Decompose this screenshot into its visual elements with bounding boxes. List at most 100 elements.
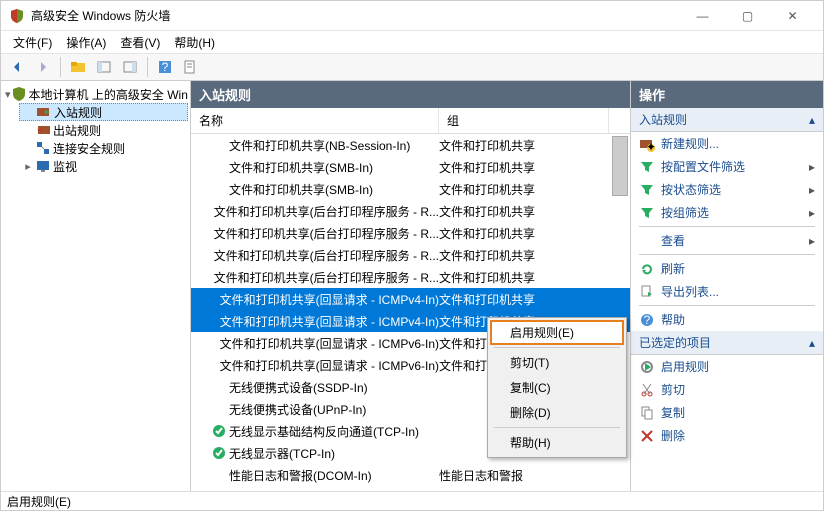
ctx-help[interactable]: 帮助(H) bbox=[490, 430, 624, 455]
tree-monitor[interactable]: ▸监视 bbox=[19, 157, 188, 175]
rule-disabled-icon bbox=[211, 467, 227, 483]
ctx-cut[interactable]: 剪切(T) bbox=[490, 350, 624, 375]
actions-header: 操作 bbox=[631, 81, 823, 108]
rule-disabled-icon bbox=[211, 335, 218, 351]
rule-enabled-icon bbox=[211, 423, 227, 439]
action-cut[interactable]: 剪切 bbox=[631, 378, 823, 401]
action-filter-state[interactable]: 按状态筛选▸ bbox=[631, 178, 823, 201]
window-title: 高级安全 Windows 防火墙 bbox=[31, 7, 680, 24]
rule-name: 文件和打印机共享(回显请求 - ICMPv4-In) bbox=[220, 313, 439, 330]
ctx-copy[interactable]: 复制(C) bbox=[490, 375, 624, 400]
menu-file[interactable]: 文件(F) bbox=[7, 32, 58, 53]
rule-disabled-icon bbox=[211, 313, 218, 329]
rule-group: 文件和打印机共享 bbox=[439, 291, 609, 308]
rule-name: 无线便携式设备(UPnP-In) bbox=[229, 401, 366, 418]
collapse-icon: ▴ bbox=[809, 113, 815, 127]
collapse-icon: ▴ bbox=[809, 336, 815, 350]
menu-action[interactable]: 操作(A) bbox=[60, 32, 112, 53]
chevron-right-icon: ▸ bbox=[809, 160, 815, 174]
rule-name: 无线显示器(TCP-In) bbox=[229, 445, 335, 462]
rule-name: 文件和打印机共享(回显请求 - ICMPv6-In) bbox=[220, 335, 439, 352]
rule-group: 文件和打印机共享 bbox=[439, 159, 609, 176]
rule-group: 性能日志和警报 bbox=[439, 467, 609, 484]
rule-row[interactable]: 文件和打印机共享(后台打印程序服务 - R...文件和打印机共享 bbox=[191, 222, 630, 244]
col-name[interactable]: 名称 bbox=[191, 108, 439, 133]
action-enable[interactable]: 启用规则 bbox=[631, 355, 823, 378]
title-bar: 高级安全 Windows 防火墙 — ▢ ✕ bbox=[1, 1, 823, 31]
back-button[interactable] bbox=[5, 55, 29, 79]
panel2-button[interactable] bbox=[118, 55, 142, 79]
rule-group: 文件和打印机共享 bbox=[439, 137, 609, 154]
rule-name: 无线便携式设备(SSDP-In) bbox=[229, 379, 368, 396]
action-refresh[interactable]: 刷新 bbox=[631, 257, 823, 280]
rules-header: 入站规则 bbox=[191, 81, 630, 108]
rule-disabled-icon bbox=[211, 225, 212, 241]
ctx-delete[interactable]: 删除(D) bbox=[490, 400, 624, 425]
chevron-right-icon: ▸ bbox=[809, 206, 815, 220]
rule-name: 文件和打印机共享(回显请求 - ICMPv6-In) bbox=[220, 357, 439, 374]
cut-icon bbox=[639, 382, 655, 398]
copy-icon bbox=[639, 405, 655, 421]
rule-group: 文件和打印机共享 bbox=[439, 225, 609, 242]
rule-group: 文件和打印机共享 bbox=[439, 181, 609, 198]
app-icon bbox=[9, 8, 25, 24]
rule-row[interactable]: 文件和打印机共享(后台打印程序服务 - R...文件和打印机共享 bbox=[191, 200, 630, 222]
rule-name: 文件和打印机共享(SMB-In) bbox=[229, 181, 373, 198]
tree-outbound[interactable]: 出站规则 bbox=[19, 121, 188, 139]
rule-row[interactable]: 文件和打印机共享(NB-Session-In) 文件和打印机共享 bbox=[191, 134, 630, 156]
col-group[interactable]: 组 bbox=[439, 108, 609, 133]
rule-disabled-icon bbox=[211, 401, 227, 417]
export-icon bbox=[639, 284, 655, 300]
action-view[interactable]: 查看▸ bbox=[631, 229, 823, 252]
rule-name: 文件和打印机共享(后台打印程序服务 - R... bbox=[214, 203, 439, 220]
refresh-icon bbox=[639, 261, 655, 277]
help-button[interactable]: ? bbox=[153, 55, 177, 79]
svg-text:✦: ✦ bbox=[646, 140, 655, 152]
maximize-button[interactable]: ▢ bbox=[725, 1, 770, 30]
new-rule-icon: ✦ bbox=[639, 136, 655, 152]
action-filter-group[interactable]: 按组筛选▸ bbox=[631, 201, 823, 224]
rule-name: 性能日志和警报(DCOM-In) bbox=[229, 467, 372, 484]
action-copy[interactable]: 复制 bbox=[631, 401, 823, 424]
rule-group: 文件和打印机共享 bbox=[439, 203, 609, 220]
rule-row[interactable]: 文件和打印机共享(SMB-In) 文件和打印机共享 bbox=[191, 178, 630, 200]
rule-row[interactable]: 文件和打印机共享(后台打印程序服务 - R...文件和打印机共享 bbox=[191, 266, 630, 288]
scrollbar-thumb[interactable] bbox=[612, 136, 628, 196]
action-delete[interactable]: 删除 bbox=[631, 424, 823, 447]
toolbar: ? bbox=[1, 53, 823, 81]
action-new-rule[interactable]: ✦新建规则... bbox=[631, 132, 823, 155]
tree-panel: ▾本地计算机 上的高级安全 Win 入站规则 出站规则 连接安全规则 ▸监视 bbox=[1, 81, 191, 491]
menu-view[interactable]: 查看(V) bbox=[114, 32, 166, 53]
menu-bar: 文件(F) 操作(A) 查看(V) 帮助(H) bbox=[1, 31, 823, 53]
window-buttons: — ▢ ✕ bbox=[680, 1, 815, 30]
filter-icon bbox=[639, 182, 655, 198]
close-button[interactable]: ✕ bbox=[770, 1, 815, 30]
action-help[interactable]: ?帮助 bbox=[631, 308, 823, 331]
minimize-button[interactable]: — bbox=[680, 1, 725, 30]
properties-button[interactable] bbox=[179, 55, 203, 79]
svg-text:?: ? bbox=[644, 313, 651, 327]
filter-icon bbox=[639, 205, 655, 221]
rule-row[interactable]: 文件和打印机共享(回显请求 - ICMPv4-In)文件和打印机共享 bbox=[191, 288, 630, 310]
rule-enabled-icon bbox=[211, 445, 227, 461]
forward-button[interactable] bbox=[31, 55, 55, 79]
rule-disabled-icon bbox=[211, 137, 227, 153]
tree-root[interactable]: ▾本地计算机 上的高级安全 Win bbox=[3, 85, 188, 103]
rule-name: 文件和打印机共享(NB-Session-In) bbox=[229, 137, 410, 154]
menu-help[interactable]: 帮助(H) bbox=[168, 32, 221, 53]
panel1-button[interactable] bbox=[92, 55, 116, 79]
rule-group: 文件和打印机共享 bbox=[439, 247, 609, 264]
rule-disabled-icon bbox=[211, 291, 218, 307]
rule-row[interactable]: 文件和打印机共享(SMB-In)文件和打印机共享 bbox=[191, 156, 630, 178]
actions-section-selected[interactable]: 已选定的项目▴ bbox=[631, 331, 823, 355]
actions-section-inbound[interactable]: 入站规则▴ bbox=[631, 108, 823, 132]
rule-disabled-icon bbox=[211, 379, 227, 395]
rule-row[interactable]: 性能日志和警报(DCOM-In) 性能日志和警报 bbox=[191, 464, 630, 486]
folder-button[interactable] bbox=[66, 55, 90, 79]
rule-row[interactable]: 文件和打印机共享(后台打印程序服务 - R...文件和打印机共享 bbox=[191, 244, 630, 266]
tree-connsec[interactable]: 连接安全规则 bbox=[19, 139, 188, 157]
tree-inbound[interactable]: 入站规则 bbox=[19, 103, 188, 121]
action-export[interactable]: 导出列表... bbox=[631, 280, 823, 303]
action-filter-profile[interactable]: 按配置文件筛选▸ bbox=[631, 155, 823, 178]
ctx-enable[interactable]: 启用规则(E) bbox=[490, 320, 624, 345]
